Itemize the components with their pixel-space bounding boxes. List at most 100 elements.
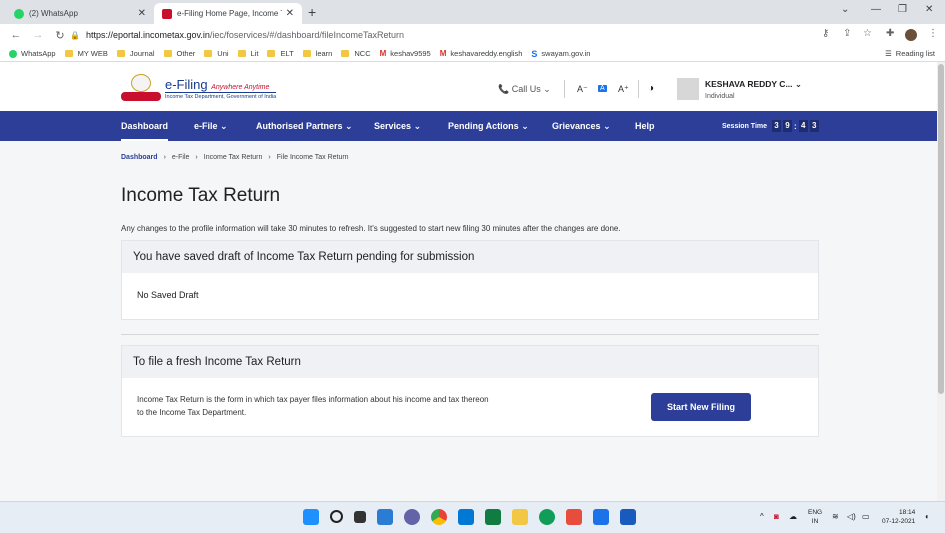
key-icon[interactable]: ⚷ [822, 28, 829, 39]
session-digit: 3 [809, 120, 819, 132]
office-icon[interactable] [566, 509, 582, 525]
avatar[interactable] [677, 78, 699, 100]
onedrive-icon[interactable]: ☁ [789, 512, 797, 521]
bookmark-label: learn [315, 49, 333, 58]
folder-icon [302, 50, 311, 57]
reload-icon[interactable]: ↻ [54, 29, 66, 42]
nav-pending-actions[interactable]: Pending Actions ⌄ [448, 111, 529, 141]
bookmark-lit[interactable]: Lit [237, 49, 258, 58]
user-menu[interactable]: KESHAVA REDDY C... ⌄ [705, 79, 802, 90]
bookmark-swayam[interactable]: Sswayam.gov.in [531, 49, 590, 59]
start-menu-icon[interactable] [303, 509, 319, 525]
file-explorer-icon[interactable] [512, 509, 528, 525]
bookmark-label: MY WEB [77, 49, 108, 58]
volume-icon[interactable]: ◁) [847, 512, 856, 521]
reading-list-button[interactable]: ☰ Reading list [885, 49, 935, 58]
wifi-icon[interactable]: ≋ [832, 512, 839, 521]
lang-code: ENG [808, 509, 823, 516]
paint-icon[interactable] [593, 509, 609, 525]
url-domain: https://eportal.incometax.gov.in [85, 30, 210, 40]
nav-grievances[interactable]: Grievances ⌄ [552, 111, 611, 141]
nav-services[interactable]: Services ⌄ [374, 111, 421, 141]
efiling-logo[interactable]: e-Filing Anywhere Anytime Income Tax Dep… [121, 73, 277, 103]
bookmark-label: Journal [129, 49, 155, 58]
tab-search-icon[interactable]: ⌄ [841, 4, 849, 15]
bookmark-ncc[interactable]: NCC [341, 49, 371, 58]
extensions-icon[interactable]: ✚ [886, 28, 894, 39]
back-icon[interactable]: ← [10, 29, 22, 41]
forward-icon[interactable]: → [32, 29, 44, 41]
new-tab-icon[interactable]: + [308, 4, 316, 20]
start-new-filing-button[interactable]: Start New Filing [651, 393, 751, 421]
breadcrumb-efile[interactable]: e-File [172, 154, 190, 161]
close-window-icon[interactable]: ✕ [925, 4, 933, 15]
bookmark-star-icon[interactable]: ☆ [863, 28, 872, 39]
system-clock[interactable]: 18:14 07-12-2021 [882, 508, 915, 526]
tab-whatsapp[interactable]: (2) WhatsApp ✕ [6, 3, 154, 24]
call-us-dropdown[interactable]: 📞 Call Us ⌄ [498, 84, 551, 95]
maximize-icon[interactable]: ❐ [898, 4, 907, 15]
bookmark-gmail-2[interactable]: Mkeshavareddy.english [440, 49, 523, 58]
bookmark-other[interactable]: Other [163, 49, 196, 58]
chevron-up-icon[interactable]: ^ [760, 512, 764, 521]
nav-efile[interactable]: e-File ⌄ [194, 111, 228, 141]
close-tab-icon[interactable]: ✕ [138, 8, 146, 19]
font-normal-button[interactable]: A [598, 85, 607, 92]
page-scrollbar[interactable] [937, 62, 945, 501]
bookmark-learn[interactable]: learn [302, 49, 333, 58]
bookmark-label: Other [176, 49, 196, 58]
saved-draft-card: You have saved draft of Income Tax Retur… [121, 240, 819, 320]
logo-tagline: Anywhere Anytime [211, 83, 270, 91]
fresh-return-heading: To file a fresh Income Tax Return [122, 346, 818, 378]
nav-help[interactable]: Help [635, 111, 655, 141]
bookmark-my-web[interactable]: MY WEB [64, 49, 108, 58]
bookmark-whatsapp[interactable]: WhatsApp [9, 49, 56, 58]
antivirus-icon[interactable]: ◙ [774, 512, 779, 521]
bookmark-label: NCC [354, 49, 371, 58]
minimize-icon[interactable]: — [871, 4, 881, 15]
chrome-icon[interactable] [431, 509, 447, 525]
font-decrease-button[interactable]: A⁻ [577, 84, 588, 95]
session-digit: 3 [772, 120, 782, 132]
site-header: e-Filing Anywhere Anytime Income Tax Dep… [0, 62, 937, 111]
widgets-icon[interactable] [377, 509, 393, 525]
nav-authorised-partners[interactable]: Authorised Partners ⌄ [256, 111, 353, 141]
edge-icon[interactable] [539, 509, 555, 525]
profile-avatar-icon[interactable] [905, 29, 917, 41]
word-icon[interactable] [620, 509, 636, 525]
menu-kebab-icon[interactable]: ⋮ [928, 28, 938, 39]
bookmark-uni[interactable]: Uni [204, 49, 229, 58]
chevron-right-icon: › [268, 154, 271, 161]
task-view-icon[interactable] [354, 511, 366, 523]
notification-icon[interactable]: ◐ [925, 512, 930, 521]
contrast-icon[interactable]: ◑ [648, 83, 654, 94]
scrollbar-thumb[interactable] [938, 64, 944, 394]
bookmark-gmail-1[interactable]: Mkeshav9595 [380, 49, 431, 58]
close-tab-icon[interactable]: ✕ [286, 8, 294, 19]
breadcrumb-dashboard[interactable]: Dashboard [121, 154, 158, 161]
font-increase-button[interactable]: A⁺ [618, 84, 629, 95]
battery-icon[interactable]: ▭ [862, 512, 870, 521]
tab-efiling[interactable]: e-Filing Home Page, Income Tax ✕ [154, 3, 302, 24]
fresh-return-card: To file a fresh Income Tax Return Income… [121, 345, 819, 437]
language-indicator[interactable]: ENG IN [808, 508, 822, 526]
breadcrumb-itr[interactable]: Income Tax Return [204, 154, 263, 161]
folder-icon [267, 50, 276, 57]
gmail-icon: M [439, 49, 447, 58]
efiling-favicon-icon [162, 8, 172, 19]
share-icon[interactable]: ⇪ [843, 28, 851, 39]
bookmark-elt[interactable]: ELT [267, 49, 294, 58]
chat-icon[interactable] [404, 509, 420, 525]
nav-label: Authorised Partners [256, 121, 343, 131]
user-name: KESHAVA REDDY C... [705, 79, 793, 89]
session-colon: : [794, 121, 797, 131]
profile-refresh-note: Any changes to the profile information w… [121, 224, 621, 233]
bookmark-journal[interactable]: Journal [116, 49, 155, 58]
chevron-down-icon: ⌄ [413, 121, 422, 131]
phone-icon: 📞 [498, 84, 510, 94]
calculator-icon[interactable] [485, 509, 501, 525]
mail-icon[interactable] [458, 509, 474, 525]
nav-dashboard[interactable]: Dashboard [121, 111, 169, 141]
url-input[interactable]: 🔒 https://eportal.incometax.gov.in /iec/… [70, 26, 860, 44]
search-icon[interactable] [330, 510, 343, 523]
